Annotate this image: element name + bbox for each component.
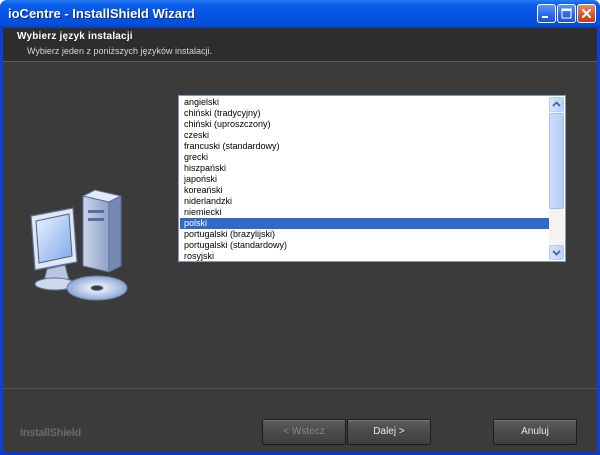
language-option[interactable]: czeski [180,130,549,141]
language-list: angielski chiński (tradycyjny) chiński (up… [180,97,549,261]
installshield-brand: InstallShield [20,427,81,439]
window-title: ioCentre - InstallShield Wizard [8,6,195,21]
page-subtitle: Wybierz jeden z poniższych języków insta… [27,46,212,56]
language-option[interactable]: chiński (tradycyjny) [180,108,549,119]
language-option[interactable]: niemiecki [180,207,549,218]
wizard-client-area: Wybierz język instalacji Wybierz jeden z… [3,28,597,452]
installer-window: ioCentre - InstallShield Wizard Wybierz … [0,0,600,455]
scroll-down-button[interactable] [549,245,564,260]
language-listbox[interactable]: angielski chiński (tradycyjny) chiński (up… [178,95,566,262]
close-button[interactable] [577,4,596,23]
page-title: Wybierz język instalacji [17,31,133,42]
language-option[interactable]: chiński (uproszczony) [180,119,549,130]
maximize-icon [561,8,572,19]
minimize-icon [542,16,548,18]
chevron-down-icon [552,250,561,256]
language-option[interactable]: portugalski (standardowy) [180,240,549,251]
language-option[interactable]: grecki [180,152,549,163]
language-option[interactable]: niderlandzki [180,196,549,207]
language-option[interactable]: hiszpański [180,163,549,174]
cancel-button[interactable]: Anuluj [493,419,577,445]
language-option[interactable]: rosyjski [180,251,549,261]
language-option[interactable]: polski [180,218,549,229]
next-button[interactable]: Dalej > [347,419,431,445]
footer-divider [3,388,597,389]
scroll-thumb[interactable] [549,113,564,209]
language-option[interactable]: francuski (standardowy) [180,141,549,152]
scroll-up-button[interactable] [549,97,564,112]
chevron-up-icon [552,101,561,107]
maximize-button[interactable] [557,4,576,23]
back-button[interactable]: < Wstecz [262,419,346,445]
close-icon [582,9,591,18]
minimize-button[interactable] [537,4,556,23]
language-option[interactable]: koreański [180,185,549,196]
listbox-scrollbar[interactable] [549,97,564,260]
language-option[interactable]: angielski [180,97,549,108]
title-bar[interactable]: ioCentre - InstallShield Wizard [0,0,600,28]
language-option[interactable]: portugalski (brazylijski) [180,229,549,240]
wizard-header: Wybierz język instalacji Wybierz jeden z… [3,28,597,62]
computer-setup-icon [30,189,128,301]
language-option[interactable]: japoński [180,174,549,185]
